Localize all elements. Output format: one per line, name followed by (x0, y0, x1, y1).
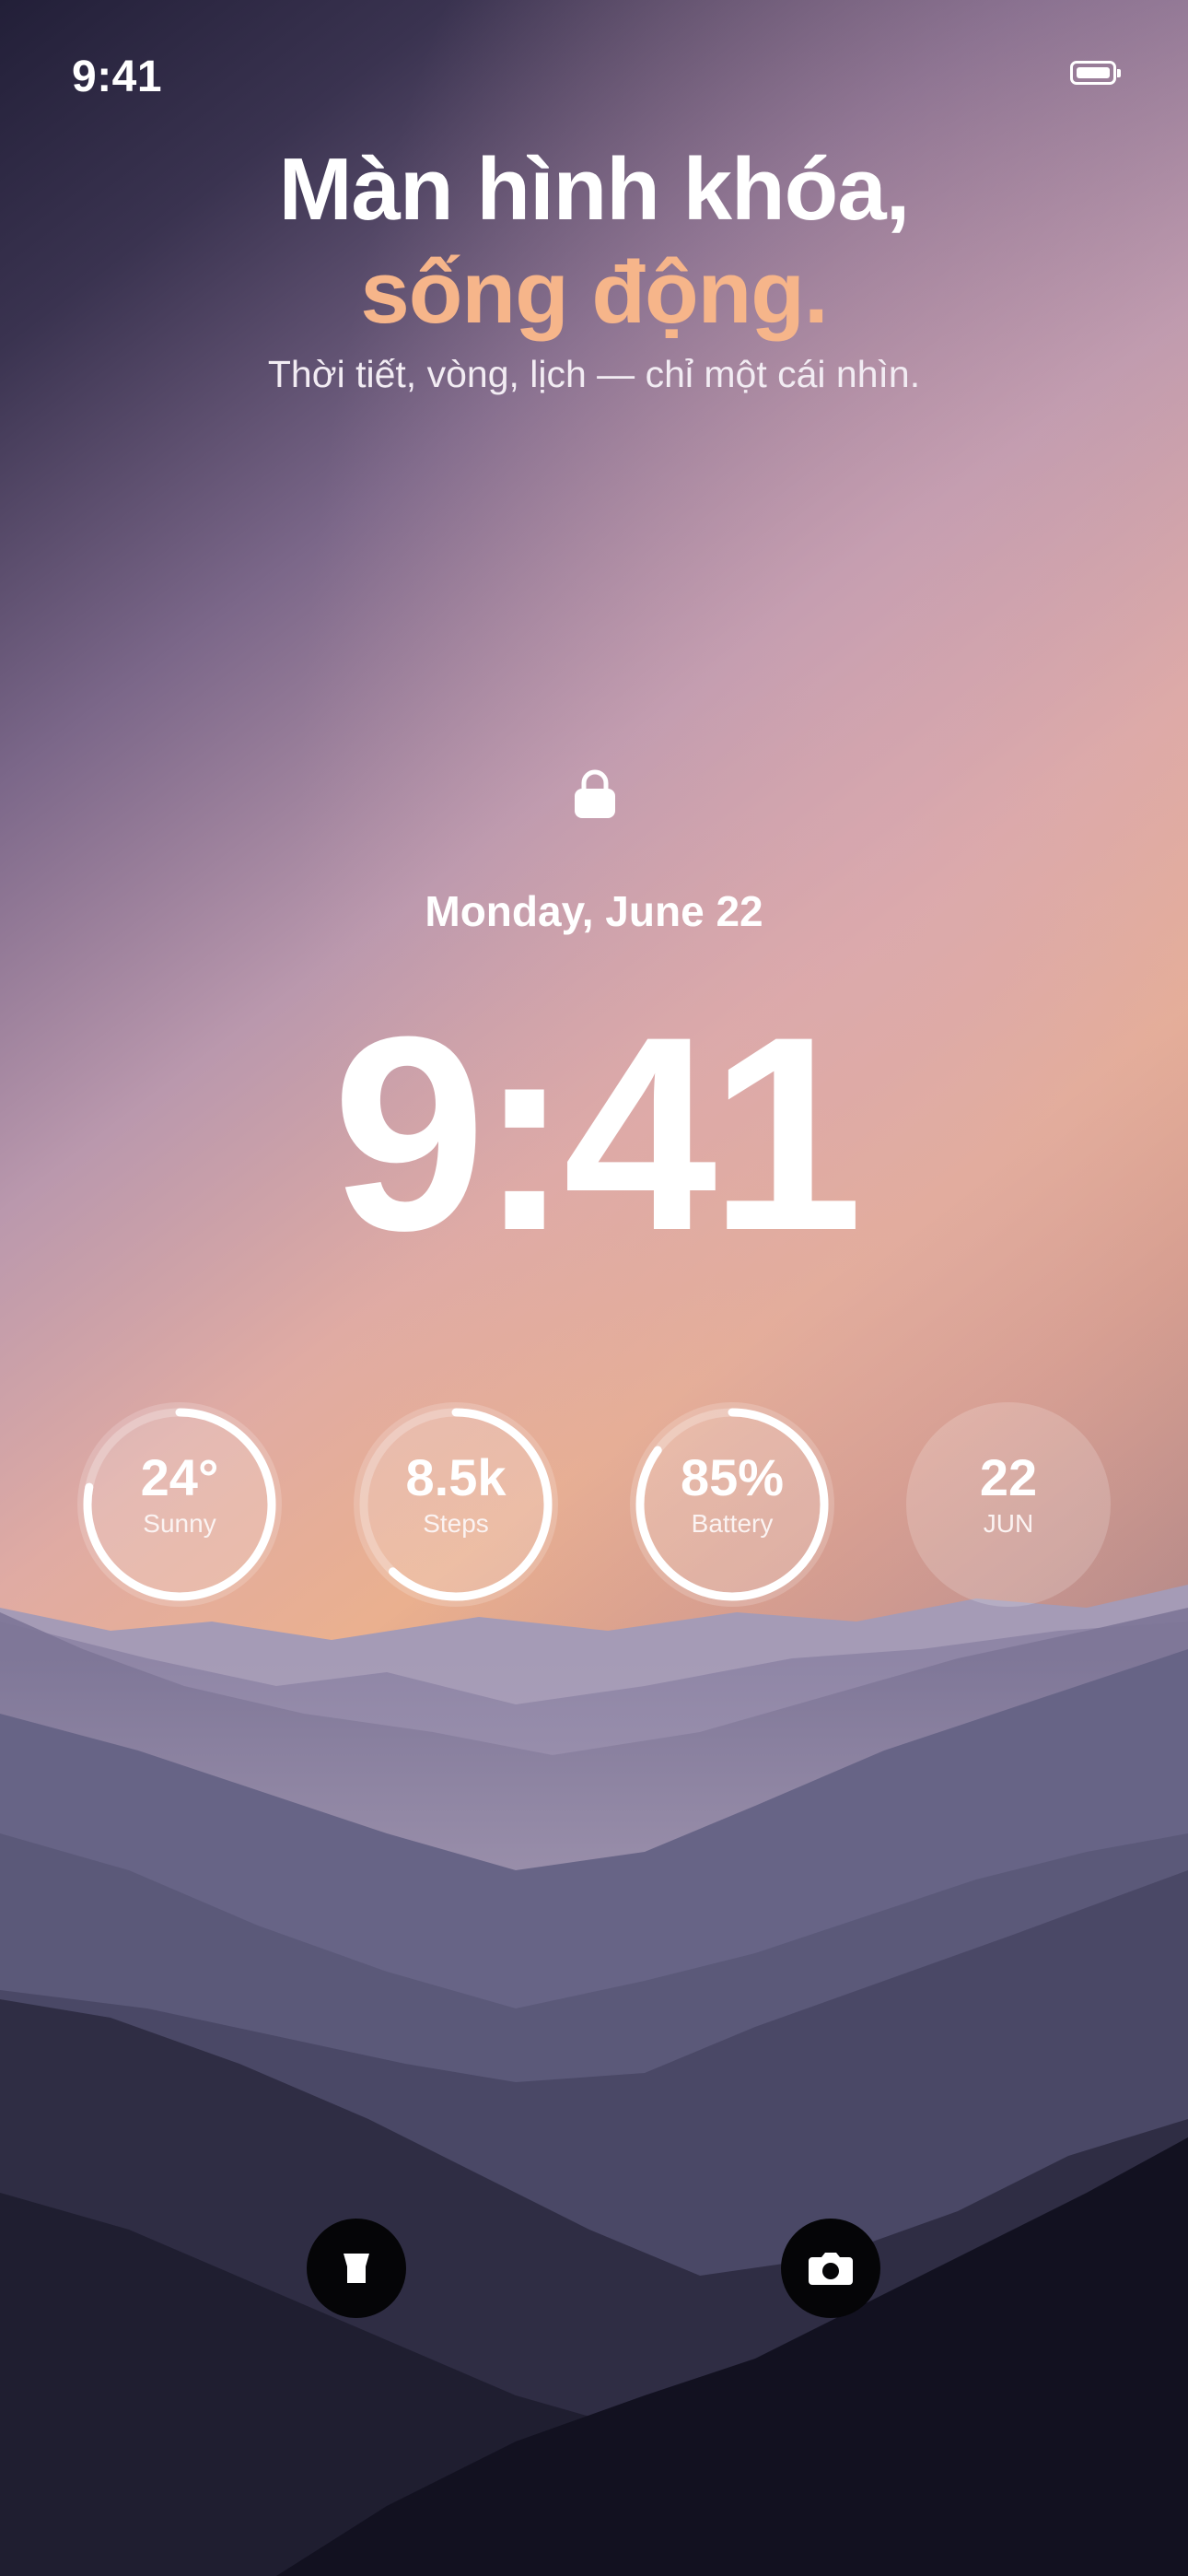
lock-clock: 9:41 (332, 978, 863, 1288)
lock-date: Monday, June 22 (425, 887, 763, 935)
battery-icon (1070, 61, 1121, 85)
headline-accent: sống động. (360, 243, 828, 342)
weather-value: 24° (140, 1448, 219, 1506)
headline-subtitle: Thời tiết, vòng, lịch — chỉ một cái nhìn… (267, 353, 921, 395)
battery-widget[interactable]: 85% Battery (630, 1402, 834, 1607)
status-bar: 9:41 (0, 0, 1188, 147)
lock-icon[interactable] (573, 767, 617, 820)
battery-value: 85% (680, 1448, 785, 1506)
status-bar-time: 9:41 (72, 53, 163, 101)
camera-icon (809, 2253, 853, 2285)
steps-widget[interactable]: 8.5k Steps (354, 1402, 558, 1607)
camera-button[interactable] (781, 2219, 880, 2318)
weather-label: Sunny (143, 1509, 216, 1538)
calendar-day: 22 (979, 1448, 1038, 1506)
calendar-month: JUN (983, 1509, 1034, 1538)
steps-value: 8.5k (405, 1448, 507, 1506)
calendar-widget[interactable]: 22 JUN (906, 1402, 1111, 1607)
widget-row: 24° Sunny 8.5k Steps 85% Battery 22 JUN (0, 1402, 1188, 1614)
flashlight-button[interactable] (307, 2219, 406, 2318)
headline-title: Màn hình khóa, (278, 140, 911, 239)
battery-label: Battery (691, 1509, 774, 1538)
weather-widget[interactable]: 24° Sunny (77, 1402, 282, 1607)
headline: Màn hình khóa, sống động. Thời tiết, vòn… (0, 138, 1188, 404)
flashlight-icon (344, 2254, 369, 2283)
steps-label: Steps (423, 1509, 489, 1538)
